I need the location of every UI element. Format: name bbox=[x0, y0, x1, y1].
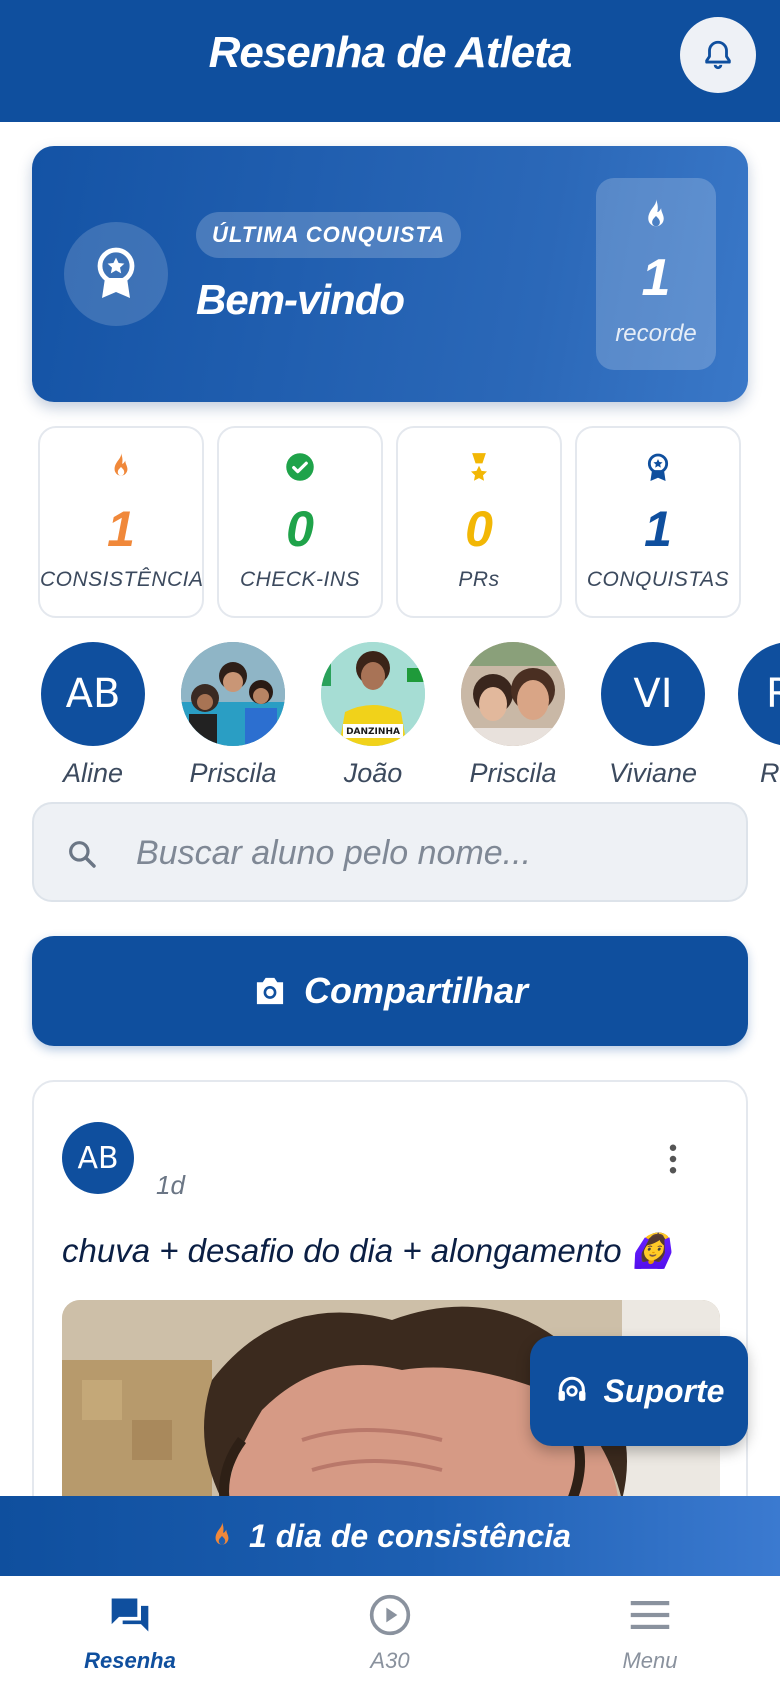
stat-consistency[interactable]: 1 CONSISTÊNCIA bbox=[38, 426, 204, 618]
avatar bbox=[461, 642, 565, 746]
camera-icon bbox=[256, 977, 284, 1005]
flame-icon bbox=[648, 199, 664, 227]
search-icon bbox=[69, 841, 96, 868]
app-header: Resenha de Atleta bbox=[0, 0, 780, 122]
search-input[interactable] bbox=[136, 828, 716, 878]
stat-label: CHECK-INS bbox=[239, 568, 360, 591]
stat-value: 0 bbox=[465, 501, 493, 557]
story-name: Priscila bbox=[469, 758, 557, 788]
story-name: Priscila bbox=[189, 758, 277, 788]
nav-label: Resenha bbox=[84, 1648, 176, 1673]
stat-label: CONSISTÊNCIA bbox=[40, 568, 204, 591]
latest-achievement-card[interactable]: ÚLTIMA CONQUISTA Bem-vindo 1 recorde bbox=[32, 146, 748, 402]
notifications-button[interactable] bbox=[680, 17, 756, 93]
latest-achievement-pill: ÚLTIMA CONQUISTA bbox=[196, 212, 462, 258]
post-options-button[interactable] bbox=[668, 1144, 678, 1178]
avatar-photo: DANZINHA bbox=[321, 642, 425, 746]
stat-achievements[interactable]: 1 CONQUISTAS bbox=[575, 426, 741, 618]
achievement-badge bbox=[64, 222, 168, 326]
bell-icon bbox=[705, 40, 731, 70]
stat-prs[interactable]: 0 PRs bbox=[396, 426, 562, 618]
story-item[interactable]: DANZINHA João bbox=[318, 642, 428, 789]
story-item[interactable]: Priscila bbox=[178, 642, 288, 789]
story-item[interactable]: Priscila bbox=[458, 642, 568, 789]
story-item[interactable]: VI Viviane bbox=[598, 642, 708, 789]
achievement-title: Bem-vindo bbox=[196, 276, 405, 323]
share-button[interactable]: Compartilhar bbox=[32, 936, 748, 1046]
nav-label: A30 bbox=[370, 1648, 410, 1673]
story-item[interactable]: R Ra bbox=[738, 642, 780, 789]
post-text: chuva + desafio do dia + alongamento 🙆‍♀… bbox=[62, 1232, 672, 1269]
stat-checkins[interactable]: 0 CHECK-INS bbox=[217, 426, 383, 618]
headset-icon bbox=[558, 1376, 586, 1401]
app-title: Resenha de Atleta bbox=[208, 28, 573, 77]
record-label: recorde bbox=[615, 320, 697, 347]
student-search[interactable] bbox=[32, 802, 748, 902]
avatar: R bbox=[738, 642, 780, 746]
avatar-photo bbox=[461, 642, 565, 746]
record-box: 1 recorde bbox=[596, 178, 716, 370]
medal-icon bbox=[471, 453, 487, 481]
check-circle-icon bbox=[286, 453, 314, 481]
stat-value: 1 bbox=[644, 501, 672, 557]
streak-banner: 1 dia de consistência bbox=[0, 1496, 780, 1576]
story-item[interactable]: AB Aline bbox=[38, 642, 148, 789]
streak-text: 1 dia de consistência bbox=[249, 1517, 571, 1554]
nav-menu[interactable]: Menu bbox=[520, 1590, 780, 1674]
avatar: DANZINHA bbox=[321, 642, 425, 746]
shirt-text: DANZINHA bbox=[346, 727, 400, 737]
story-name: Aline bbox=[62, 758, 124, 788]
record-value: 1 bbox=[641, 249, 671, 307]
award-icon bbox=[647, 453, 669, 481]
story-name: Viviane bbox=[608, 758, 698, 788]
stat-label: PRs bbox=[458, 568, 500, 591]
post-author-avatar[interactable]: AB bbox=[62, 1122, 134, 1194]
avatar bbox=[181, 642, 285, 746]
stat-value: 1 bbox=[107, 501, 135, 557]
nav-a30[interactable]: A30 bbox=[260, 1590, 520, 1674]
avatar: VI bbox=[601, 642, 705, 746]
award-icon bbox=[97, 247, 135, 298]
nav-label: Menu bbox=[622, 1648, 678, 1673]
stat-value: 0 bbox=[286, 501, 314, 557]
stat-label: CONQUISTAS bbox=[586, 568, 730, 591]
story-name: Ra bbox=[760, 758, 780, 788]
story-name: João bbox=[343, 758, 403, 788]
hamburger-icon bbox=[630, 1601, 670, 1629]
avatar-photo bbox=[181, 642, 285, 746]
support-button[interactable]: Suporte bbox=[530, 1336, 748, 1446]
avatar: AB bbox=[41, 642, 145, 746]
play-circle-icon bbox=[369, 1594, 411, 1636]
more-vertical-icon bbox=[669, 1144, 677, 1174]
nav-resenha[interactable]: Resenha bbox=[0, 1590, 260, 1674]
share-label: Compartilhar bbox=[303, 970, 529, 1011]
bottom-navigation: Resenha A30 Menu bbox=[0, 1576, 780, 1688]
support-label: Suporte bbox=[603, 1372, 725, 1409]
post-timestamp: 1d bbox=[156, 1170, 185, 1200]
chat-icon bbox=[111, 1598, 149, 1632]
flame-icon bbox=[114, 453, 128, 476]
flame-icon bbox=[215, 1522, 229, 1545]
